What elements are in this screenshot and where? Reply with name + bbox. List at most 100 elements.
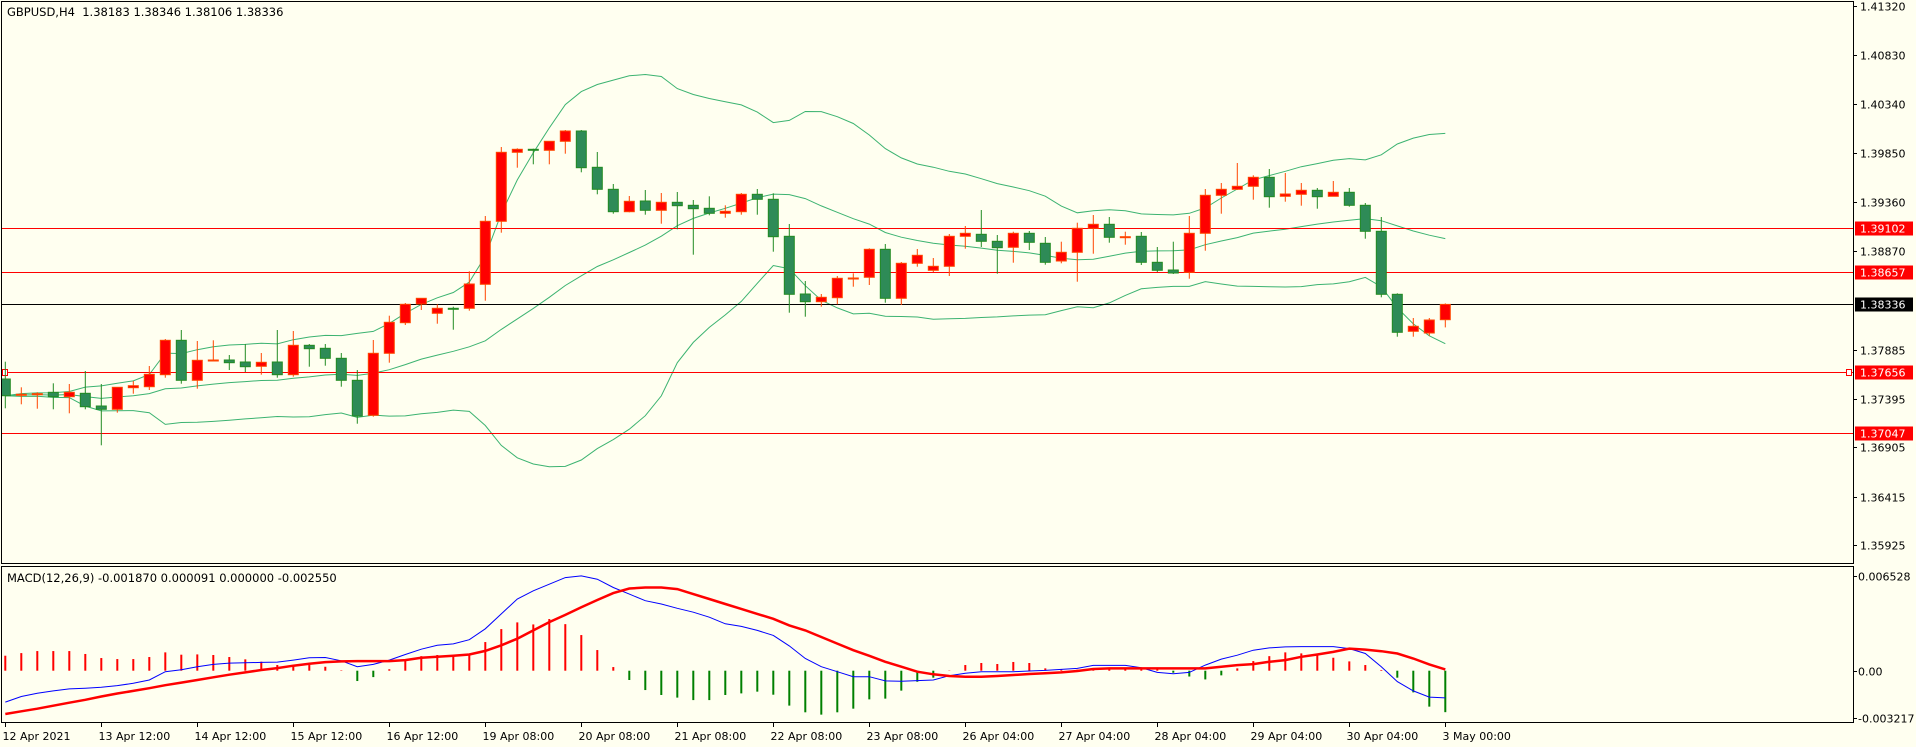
bear-candle (575, 130, 587, 173)
candle-body (1263, 176, 1275, 198)
candle-body (847, 277, 859, 280)
time-axis-label: 21 Apr 08:00 (675, 730, 747, 743)
macd-axis-label: -0.003217 (1858, 713, 1914, 726)
price-axis-label: 1.41320 (1860, 1, 1906, 14)
candle-body (415, 297, 427, 305)
candle-body (831, 277, 843, 299)
time-axis-label: 12 Apr 2021 (3, 730, 71, 743)
candle-body (895, 262, 907, 299)
candle-body (1279, 193, 1291, 197)
time-axis-label: 29 Apr 04:00 (1251, 730, 1323, 743)
candle-body (495, 151, 507, 222)
candle-body (479, 220, 491, 285)
price-axis-label: 1.37395 (1860, 394, 1906, 407)
candle-body (783, 235, 795, 295)
candle-body (1391, 293, 1403, 333)
candle-body (639, 200, 651, 211)
time-axis-label: 23 Apr 08:00 (867, 730, 939, 743)
candle-body (991, 240, 1003, 249)
bull-candle (159, 339, 171, 378)
candle-body (1247, 176, 1259, 187)
candle-body (447, 307, 459, 310)
candle-body (31, 393, 43, 396)
macd-axis-label: 0.00 (1858, 666, 1883, 679)
candle-body (1215, 188, 1227, 196)
candle-body (431, 307, 443, 314)
candle-body (943, 235, 955, 267)
candle-body (175, 339, 187, 381)
candle-body (575, 130, 587, 169)
time-axis-label: 16 Apr 12:00 (387, 730, 459, 743)
time-axis-label: 20 Apr 08:00 (579, 730, 651, 743)
bear-candle (1135, 232, 1147, 265)
time-axis-label: 19 Apr 08:00 (483, 730, 555, 743)
candle-body (703, 207, 715, 214)
candle-body (607, 188, 619, 213)
bull-candle (895, 262, 907, 305)
price-chart[interactable]: 1.39102 1.38657 1.38336 1.37656 1.37047 1.41… (0, 0, 1916, 747)
candle-body (239, 361, 251, 368)
time-axis-label: 14 Apr 12:00 (195, 730, 267, 743)
candle-body (1311, 189, 1323, 198)
candle-body (1359, 204, 1371, 232)
level-price-label: 1.37047 (1860, 428, 1906, 441)
candle-body (303, 344, 315, 350)
macd-axis-label: 0.006528 (1858, 571, 1911, 584)
candle-body (623, 200, 635, 213)
bull-candle (399, 303, 411, 325)
candle-body (95, 405, 107, 410)
candle-body (1343, 191, 1355, 206)
candle-body (159, 339, 171, 376)
candle-body (1423, 319, 1435, 334)
candle-body (1327, 191, 1339, 197)
price-axis-label: 1.36905 (1860, 442, 1906, 455)
price-axis-label: 1.37885 (1860, 345, 1906, 358)
candle-body (1295, 189, 1307, 195)
candle-body (879, 248, 891, 299)
price-axis-label: 1.39850 (1860, 148, 1906, 161)
candle-body (207, 359, 219, 362)
candle-body (1375, 230, 1387, 295)
candle-body (1071, 227, 1083, 253)
bear-candle (1391, 293, 1403, 337)
candle-body (1199, 194, 1211, 234)
candle-body (687, 204, 699, 210)
candle-body (1039, 242, 1051, 263)
level-handle-right[interactable] (1846, 369, 1852, 376)
candle-body (655, 201, 667, 211)
candle-body (559, 130, 571, 142)
candle-body (367, 352, 379, 416)
candle-body (1135, 235, 1147, 263)
candle-body (735, 193, 747, 213)
candle-body (335, 357, 347, 381)
candle-body (463, 283, 475, 309)
candle-body (959, 232, 971, 237)
candle-body (15, 393, 27, 396)
candle-body (47, 391, 59, 398)
bull-candle (495, 147, 507, 233)
time-axis-label: 26 Apr 04:00 (963, 730, 1035, 743)
level-price-label: 1.38657 (1860, 267, 1906, 280)
level-price-label: 1.37656 (1860, 367, 1906, 380)
candle-body (1007, 232, 1019, 248)
candle-body (351, 379, 363, 417)
candle-body (671, 201, 683, 207)
bear-candle (879, 244, 891, 303)
time-axis-label: 13 Apr 12:00 (99, 730, 171, 743)
candle-body (751, 193, 763, 200)
candle-body (383, 321, 395, 354)
candle-body (719, 210, 731, 214)
candle-body (1087, 223, 1099, 229)
candle-body (1231, 185, 1243, 190)
bull-candle (735, 193, 747, 215)
price-axis-label: 1.40830 (1860, 50, 1906, 63)
candle-body (63, 391, 75, 398)
macd-header: MACD(12,26,9) -0.001870 0.000091 0.00000… (7, 571, 337, 585)
level-price-label: 1.39102 (1860, 223, 1906, 236)
candle-body (511, 148, 523, 153)
price-axis-label: 1.38870 (1860, 246, 1906, 259)
time-axis-label: 30 Apr 04:00 (1347, 730, 1419, 743)
candle-body (1167, 269, 1179, 274)
bull-candle (1423, 318, 1435, 336)
time-axis-label: 22 Apr 08:00 (771, 730, 843, 743)
